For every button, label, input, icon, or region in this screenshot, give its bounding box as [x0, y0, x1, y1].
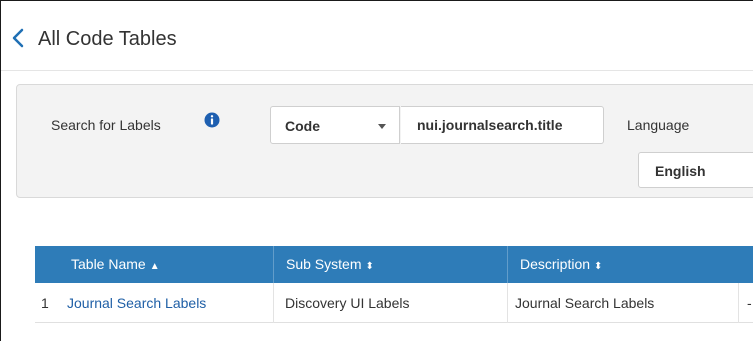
column-separator	[738, 283, 739, 323]
search-field-value: Code	[285, 118, 320, 134]
search-input[interactable]	[401, 106, 604, 144]
sort-icon: ⬍	[594, 261, 603, 272]
column-separator	[507, 246, 508, 283]
extra-cell: -	[747, 295, 752, 311]
description-cell: Journal Search Labels	[515, 295, 655, 311]
sub-system-cell: Discovery UI Labels	[285, 295, 410, 311]
language-label: Language	[627, 117, 690, 133]
column-separator	[273, 283, 274, 323]
column-header-label: Sub System	[286, 256, 362, 272]
back-arrow-icon[interactable]	[10, 26, 26, 50]
language-value: English	[655, 163, 706, 179]
column-header-label: Table Name	[71, 256, 146, 272]
column-separator	[273, 246, 274, 283]
page-title: All Code Tables	[38, 28, 177, 50]
chevron-down-icon	[378, 124, 386, 129]
header-divider	[1, 70, 753, 71]
search-for-labels-label: Search for Labels	[51, 117, 161, 133]
code-tables-table: Table Name ▲ Sub System ⬍ Description ⬍ 1 J…	[35, 246, 753, 323]
sort-ascending-icon: ▲	[149, 261, 160, 272]
column-header-table-name[interactable]: Table Name ▲	[71, 246, 160, 283]
language-select[interactable]: English	[638, 152, 753, 188]
sort-icon: ⬍	[365, 261, 374, 272]
column-header-label: Description	[520, 256, 591, 272]
table-header: Table Name ▲ Sub System ⬍ Description ⬍	[35, 246, 753, 283]
info-icon[interactable]	[204, 112, 220, 128]
table-row: 1 Journal Search Labels Discovery UI Lab…	[35, 283, 753, 323]
column-separator	[507, 283, 508, 323]
column-header-description[interactable]: Description ⬍	[520, 246, 602, 283]
table-name-link[interactable]: Journal Search Labels	[67, 283, 206, 323]
row-index: 1	[41, 295, 49, 311]
search-field-select[interactable]: Code	[270, 106, 400, 144]
column-header-sub-system[interactable]: Sub System ⬍	[286, 246, 374, 283]
